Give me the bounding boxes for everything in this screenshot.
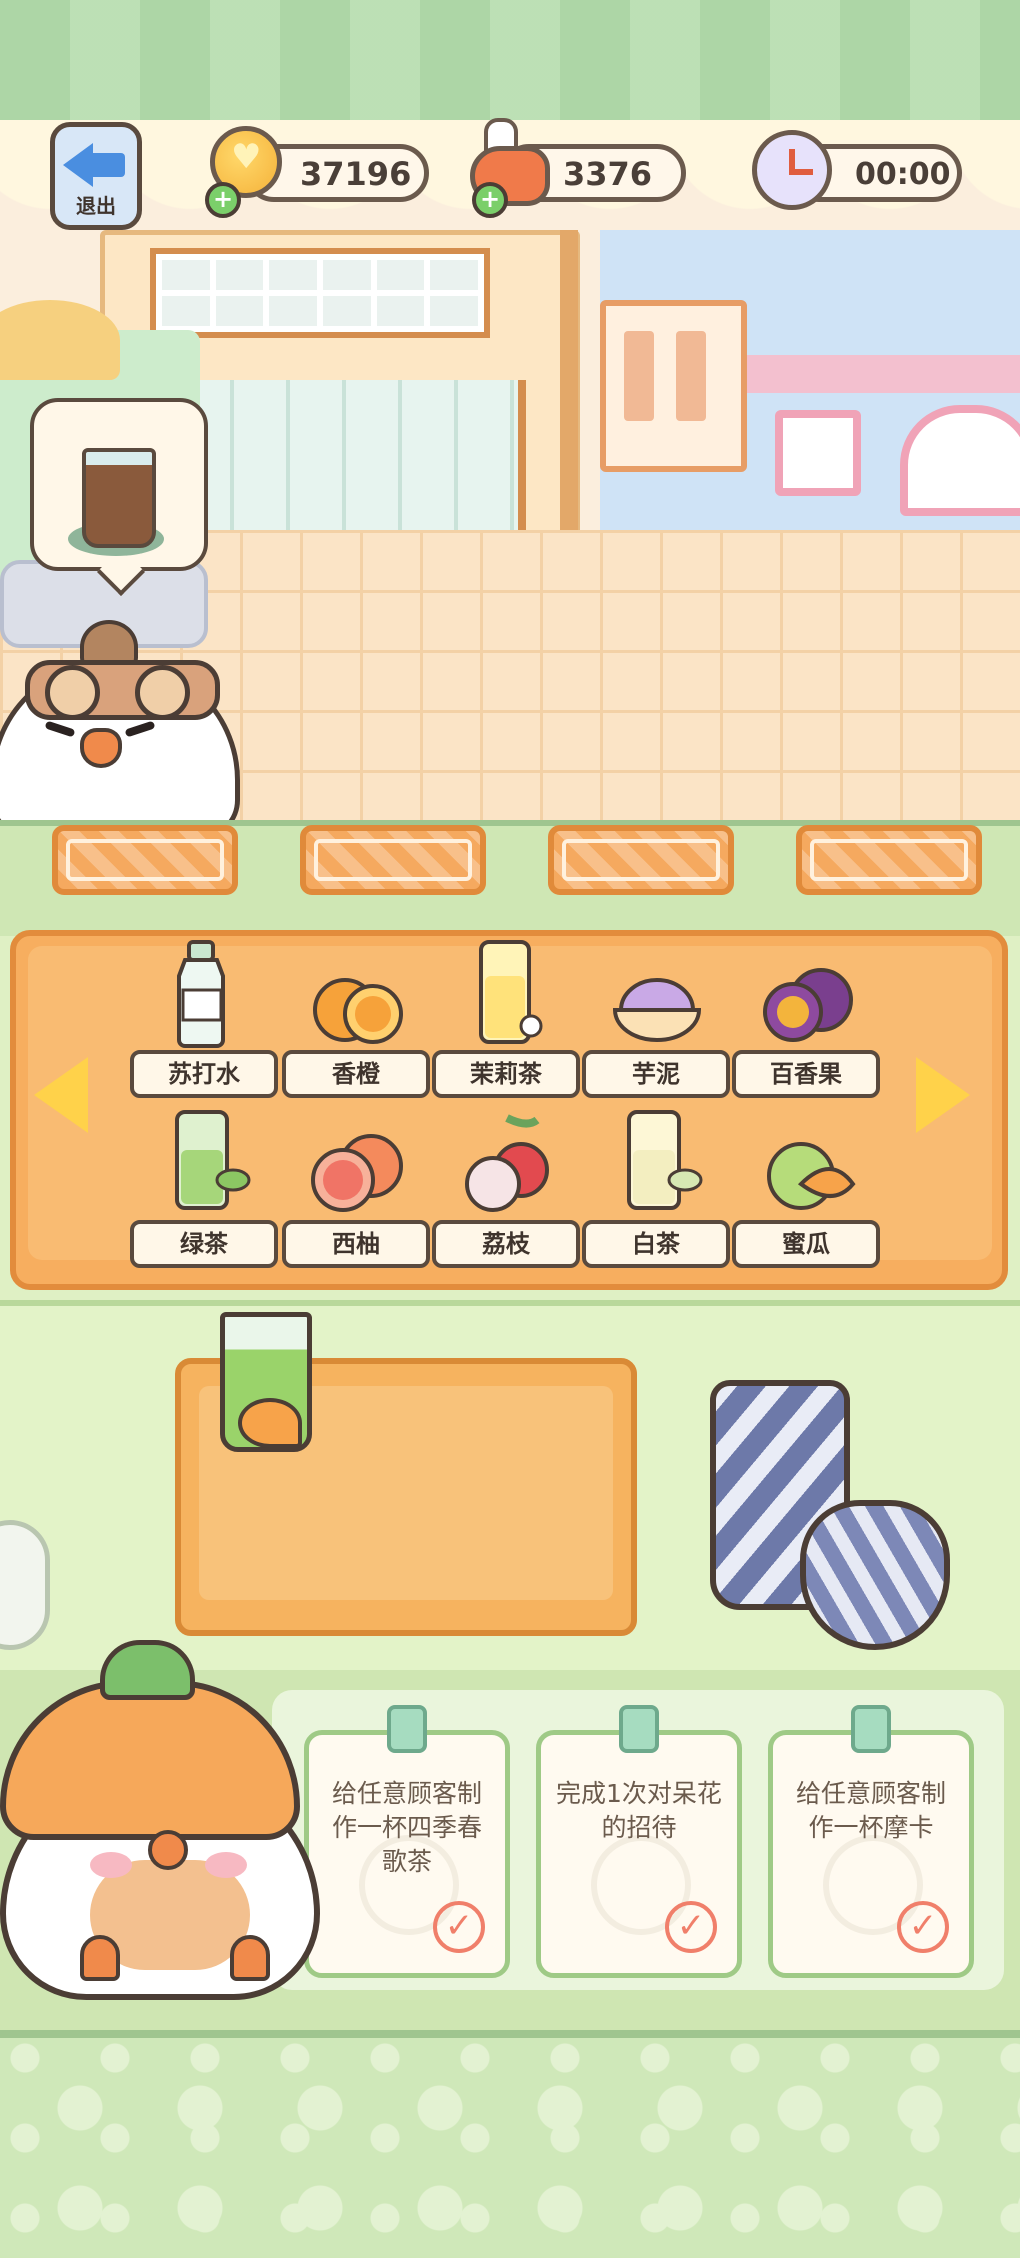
back-arrow-shaft [89, 153, 125, 177]
helper-cheek-left [90, 1852, 132, 1878]
ingredient-label: 香橙 [282, 1050, 430, 1098]
orange-icon [313, 978, 403, 1044]
next-page-arrow-icon[interactable] [912, 1057, 974, 1137]
add-coins-button[interactable]: + [205, 182, 241, 218]
ingredient-passion-fruit[interactable]: 百香果 [732, 940, 882, 1110]
ingredient-melon[interactable]: 蜜瓜 [732, 1110, 882, 1280]
white-tea-icon [627, 1110, 703, 1210]
task-card-2[interactable]: 完成1次对呆花的招待 ✓ [536, 1705, 742, 1978]
check-icon: ✓ [433, 1901, 485, 1953]
task-text: 给任意顾客制作一杯摩卡 [795, 1779, 946, 1842]
ingredient-white-tea[interactable]: 白茶 [582, 1110, 732, 1280]
task-card-1[interactable]: 给任意顾客制作一杯四季春歌茶 ✓ [304, 1705, 510, 1978]
small-window [775, 410, 861, 496]
helper-cheek-right [205, 1852, 247, 1878]
ingredient-label: 百香果 [732, 1050, 880, 1098]
ingredient-label: 西柚 [282, 1220, 430, 1268]
street-pole [560, 230, 578, 530]
drink-slot-2[interactable] [300, 825, 486, 895]
ingredient-label: 苏打水 [130, 1050, 278, 1098]
customer-beak [80, 728, 122, 768]
lychee-icon [465, 1114, 549, 1212]
helper-foot-left [80, 1935, 120, 1981]
add-food-button[interactable]: + [472, 182, 508, 218]
green-tea-icon [175, 1110, 251, 1210]
pumpkin-stem [100, 1640, 195, 1700]
shop-glass-door [170, 380, 526, 530]
bottom-floor [0, 2030, 1020, 2258]
drink-slot-3[interactable] [548, 825, 734, 895]
clip-icon [387, 1705, 427, 1753]
drink-slot-1[interactable] [52, 825, 238, 895]
iced-coffee-icon [82, 448, 156, 548]
goggle-lens-left [45, 665, 100, 720]
melon-icon [767, 1142, 856, 1210]
ingredient-lychee[interactable]: 荔枝 [432, 1110, 582, 1280]
shop-window [150, 248, 490, 338]
shop-sign [600, 300, 747, 472]
ingredient-taro[interactable]: 芋泥 [582, 940, 732, 1110]
ingredient-grapefruit[interactable]: 西柚 [282, 1110, 432, 1280]
ingredient-label: 蜜瓜 [732, 1220, 880, 1268]
ingredient-label: 白茶 [582, 1220, 730, 1268]
ingredient-green-tea[interactable]: 绿茶 [130, 1110, 280, 1280]
arch-window [900, 405, 1020, 516]
prev-page-arrow-icon[interactable] [30, 1057, 92, 1137]
check-icon: ✓ [665, 1901, 717, 1953]
exit-label: 退出 [76, 194, 116, 218]
ingredient-jasmine-tea[interactable]: 茉莉茶 [432, 940, 582, 1110]
food-value: 3376 [563, 155, 653, 193]
melon-slice-icon [238, 1398, 302, 1448]
check-icon: ✓ [897, 1901, 949, 1953]
alarm-clock-icon [752, 130, 832, 210]
drink-slot-4[interactable] [796, 825, 982, 895]
passion-fruit-icon [763, 968, 853, 1042]
shaker-lid[interactable] [800, 1500, 950, 1650]
exit-button[interactable]: 退出 [50, 122, 142, 230]
timer-value: 00:00 [855, 157, 951, 192]
task-card-3[interactable]: 给任意顾客制作一杯摩卡 ✓ [768, 1705, 974, 1978]
jasmine-tea-icon [479, 940, 543, 1044]
coin-value: 37196 [300, 155, 412, 193]
ingredient-soda[interactable]: 苏打水 [130, 940, 280, 1110]
soda-bottle-icon [177, 940, 225, 1048]
ingredient-orange[interactable]: 香橙 [282, 940, 432, 1110]
side-drawer-handle[interactable] [0, 1520, 50, 1650]
ingredient-label: 茉莉茶 [432, 1050, 580, 1098]
grapefruit-icon [311, 1134, 403, 1212]
clip-icon [851, 1705, 891, 1753]
helper-beak [148, 1830, 188, 1870]
clip-icon [619, 1705, 659, 1753]
task-text: 完成1次对呆花的招待 [556, 1779, 722, 1842]
ingredient-label: 绿茶 [130, 1220, 278, 1268]
helper-foot-right [230, 1935, 270, 1981]
ingredient-label: 荔枝 [432, 1220, 580, 1268]
ingredient-label: 芋泥 [582, 1050, 730, 1098]
goggle-lens-right [135, 665, 190, 720]
taro-paste-icon [612, 978, 702, 1042]
task-text: 给任意顾客制作一杯四季春歌茶 [331, 1779, 482, 1876]
